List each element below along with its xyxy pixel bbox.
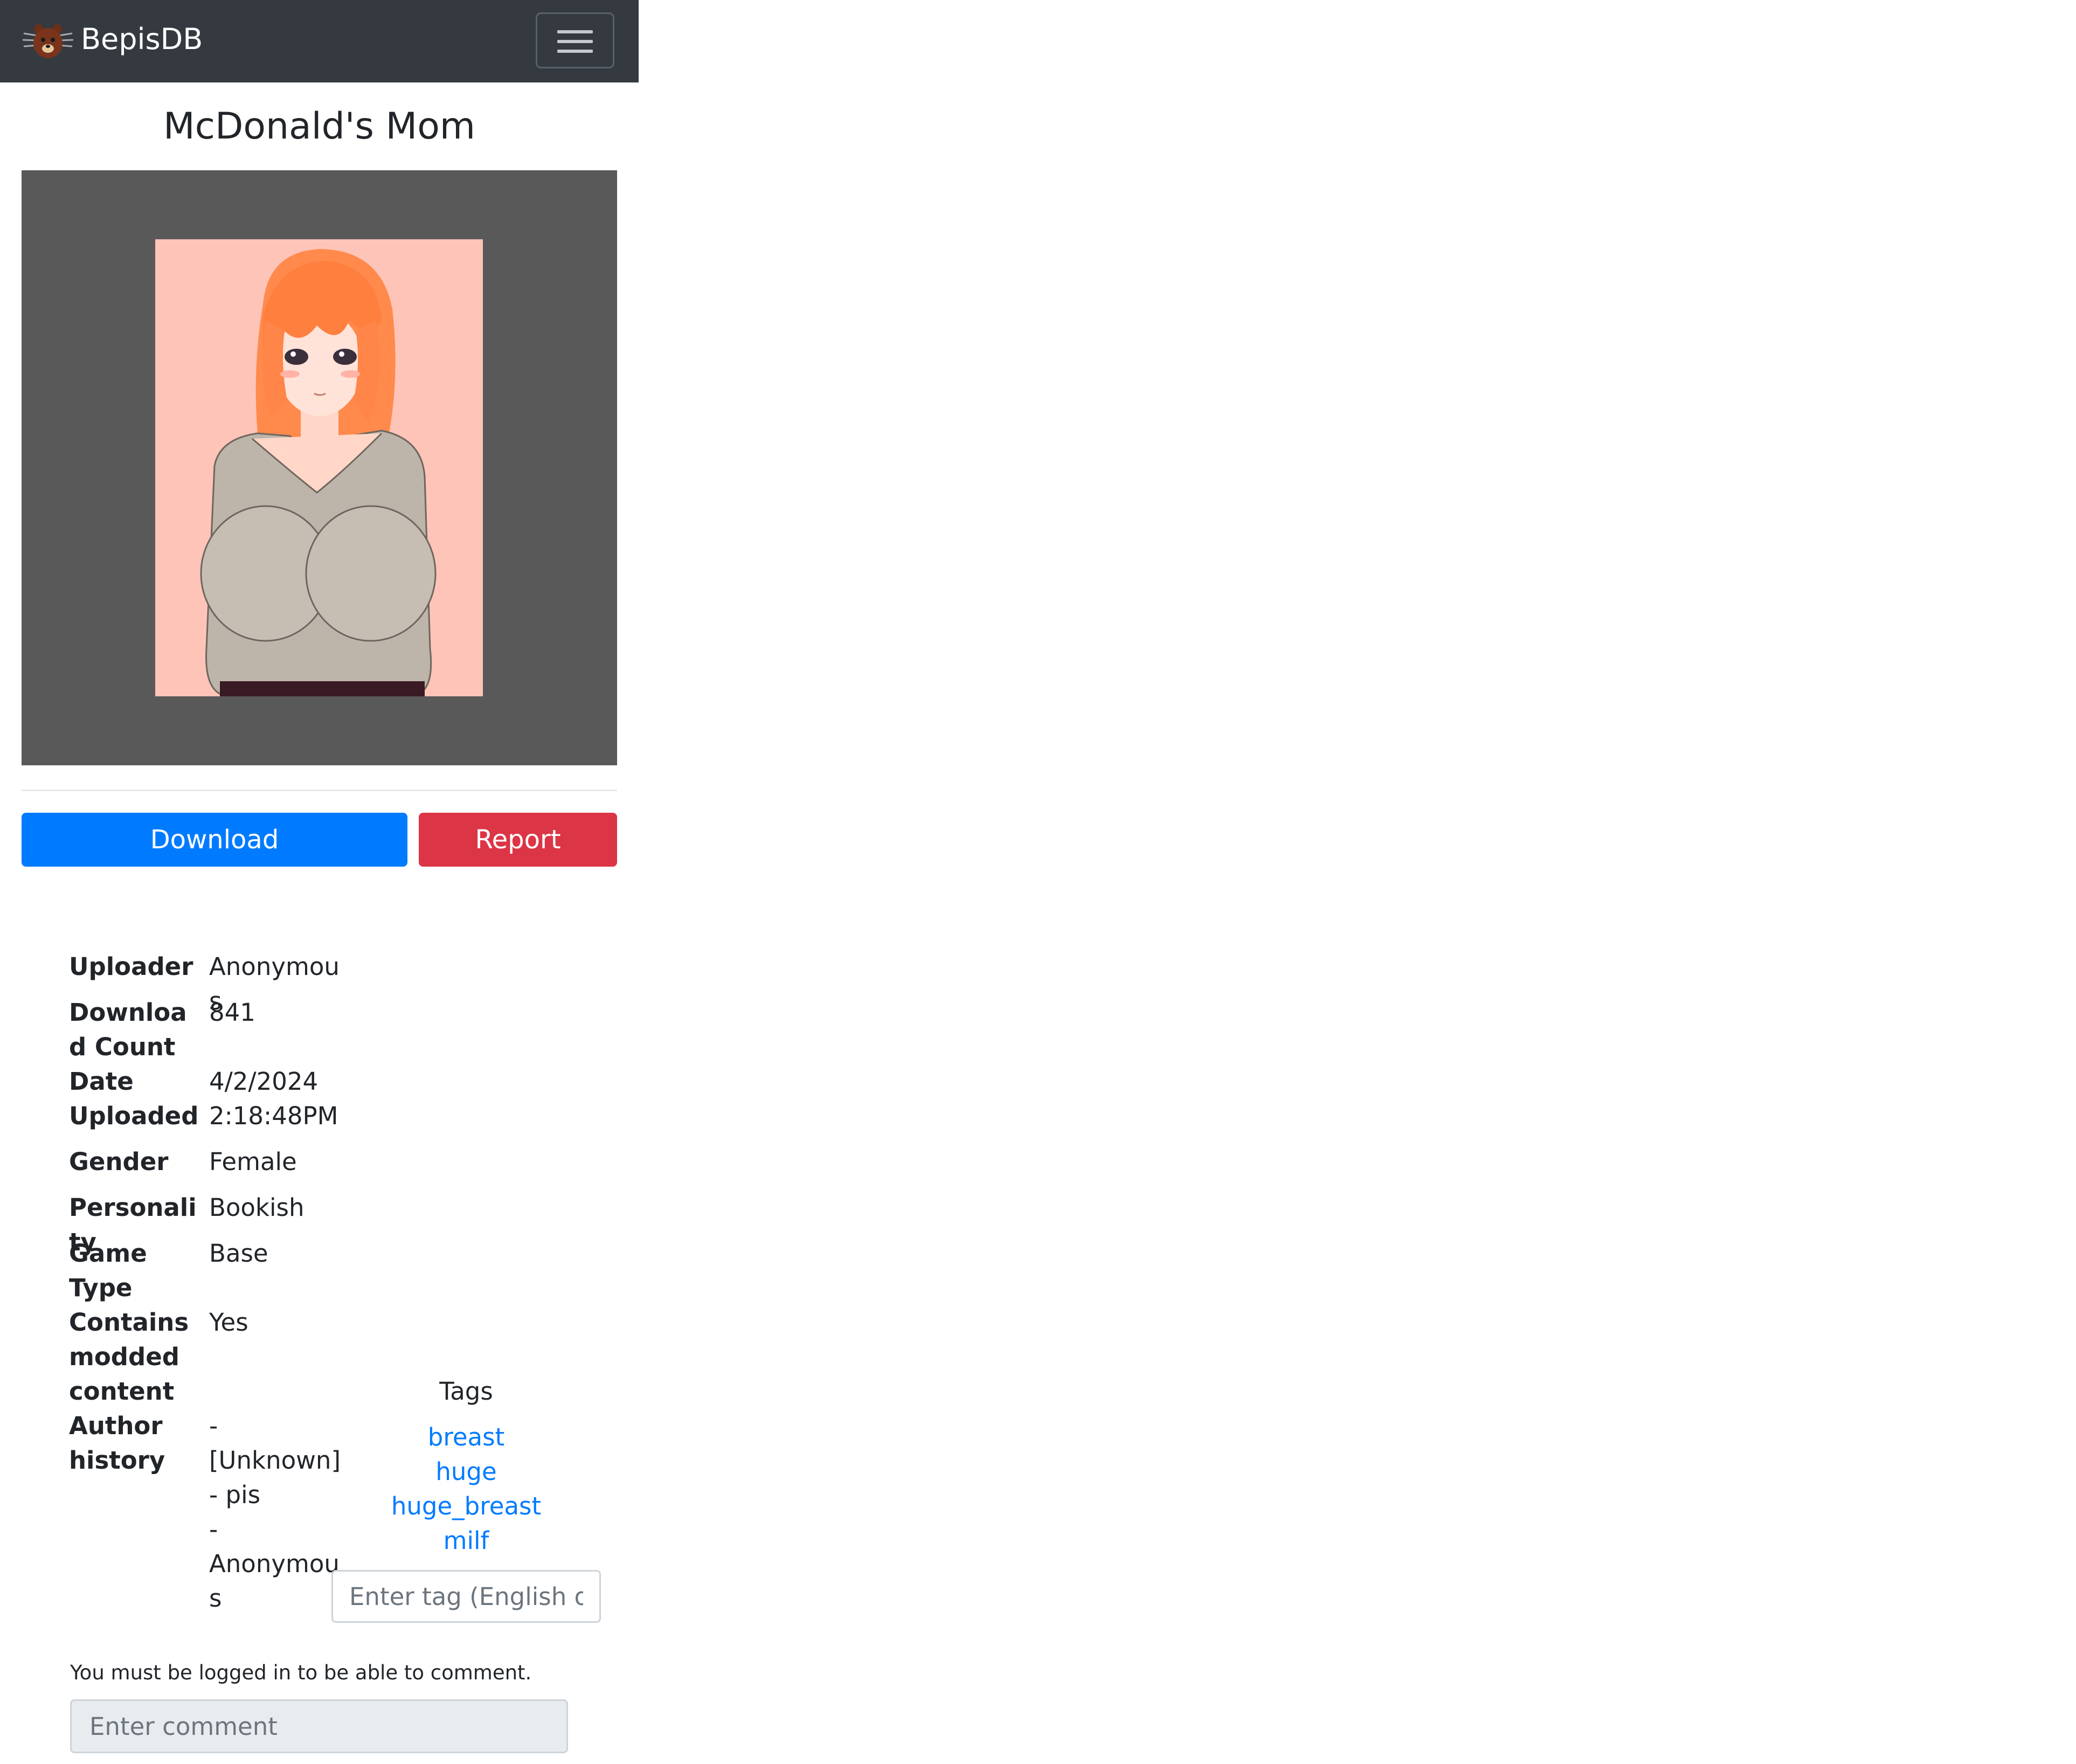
info-label: Download Count	[69, 998, 187, 1061]
brand-name[interactable]: BepisDB	[81, 19, 203, 59]
hamburger-menu-icon	[557, 30, 593, 33]
login-note: You must be logged in to be able to comm…	[70, 1661, 532, 1684]
page: BepisDB McDonald's Mom Download Report U…	[0, 0, 2076, 1764]
info-value: Female	[209, 1147, 297, 1176]
character-card-illustration	[155, 239, 483, 696]
tags-heading: Tags	[439, 1377, 493, 1406]
navbar: BepisDB	[0, 0, 639, 82]
tag-link[interactable]: huge	[383, 1455, 550, 1489]
tag-link[interactable]: huge_breast	[383, 1489, 550, 1524]
info-value: Bookish	[209, 1193, 305, 1222]
info-value: Yes	[209, 1308, 248, 1337]
download-button[interactable]: Download	[22, 813, 407, 867]
info-label: Contains modded content	[69, 1308, 189, 1406]
tag-link[interactable]: milf	[383, 1524, 550, 1558]
divider	[22, 790, 617, 791]
tag-input[interactable]	[331, 1570, 601, 1623]
navbar-toggle-button[interactable]	[536, 12, 614, 68]
preview-frame	[22, 170, 617, 765]
info-value: - [Unknown] - pis - Anonymous	[209, 1412, 341, 1613]
info-value: 4/2/2024 2:18:48PM	[209, 1067, 338, 1130]
info-value: 841	[209, 998, 255, 1027]
info-value: Base	[209, 1239, 268, 1268]
character-preview-image	[155, 239, 483, 696]
info-label: Date Uploaded	[69, 1067, 199, 1130]
tag-link[interactable]: breast	[383, 1420, 550, 1455]
info-label: Uploader	[69, 952, 193, 981]
info-label: Game Type	[69, 1239, 147, 1302]
hamburger-menu-icon	[557, 50, 593, 53]
page-title: McDonald's Mom	[163, 105, 476, 148]
comment-input[interactable]	[70, 1699, 568, 1753]
report-button[interactable]: Report	[419, 813, 617, 867]
info-label: Author history	[69, 1412, 165, 1475]
hamburger-menu-icon	[557, 40, 593, 43]
info-label: Gender	[69, 1147, 169, 1176]
bear-logo-icon[interactable]	[23, 22, 73, 61]
